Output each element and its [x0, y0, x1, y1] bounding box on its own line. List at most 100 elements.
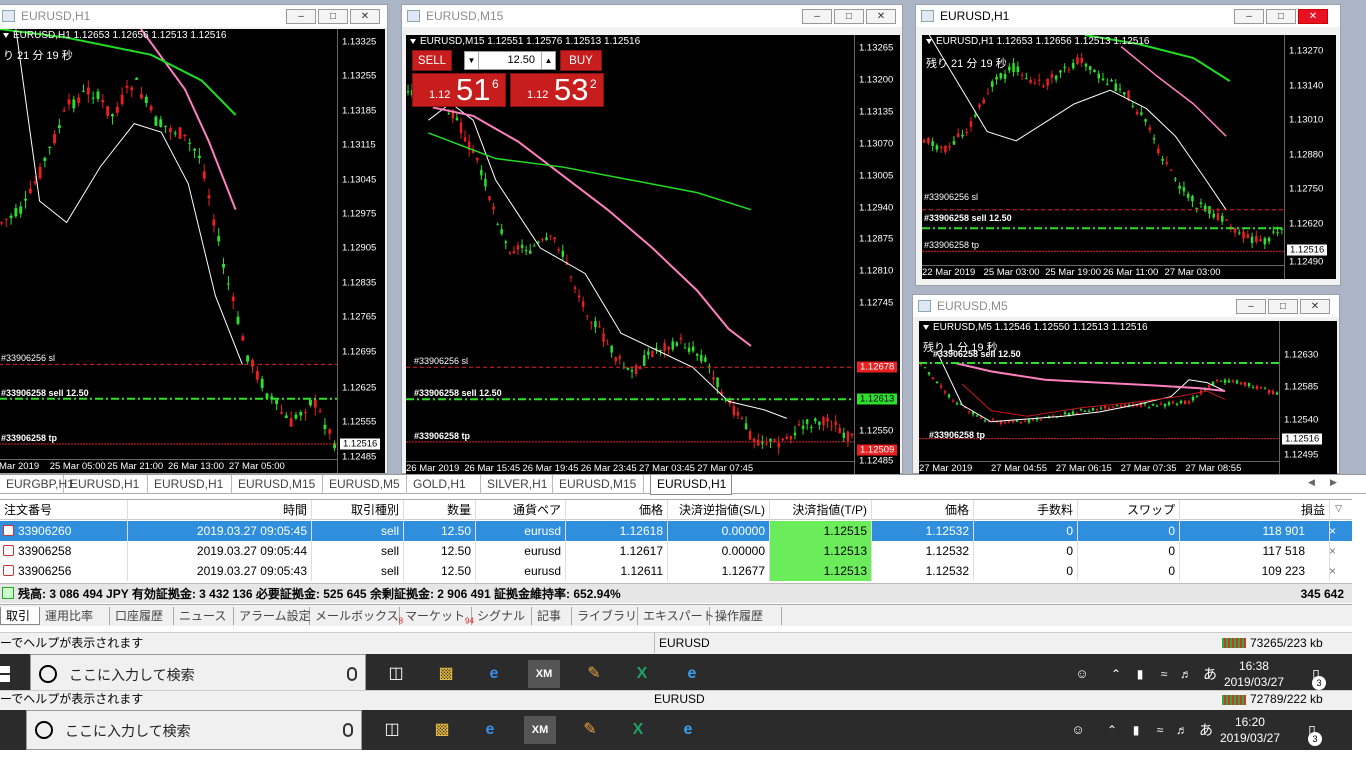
- column-header[interactable]: 価格: [872, 500, 974, 520]
- time-axis[interactable]: 27 Mar 2019 27 Mar 04:55 27 Mar 06:15 27 Ma…: [919, 461, 1279, 475]
- chart-tab[interactable]: GOLD,H1: [407, 475, 481, 494]
- close-order-icon[interactable]: ×: [1329, 541, 1336, 561]
- microphone-icon[interactable]: [347, 667, 357, 681]
- file-explorer-icon[interactable]: ▩: [426, 716, 458, 744]
- terminal-tab[interactable]: 口座履歴: [110, 607, 174, 625]
- price-chart[interactable]: EURUSD,H1 1.12653 1.12656 1.12513 1.1251…: [922, 35, 1336, 279]
- chart-tab[interactable]: EURUSD,M15: [553, 475, 644, 494]
- terminal-tab[interactable]: シグナル: [472, 607, 532, 625]
- ime-indicator[interactable]: あ: [1194, 660, 1226, 688]
- chart-tab[interactable]: EURUSD,H1: [64, 475, 148, 494]
- paint-icon[interactable]: ✎: [578, 660, 610, 688]
- column-header[interactable]: スワップ: [1078, 500, 1180, 520]
- close-button[interactable]: ✕: [1300, 299, 1330, 314]
- edge-icon[interactable]: e: [474, 716, 506, 744]
- column-header[interactable]: 価格: [566, 500, 668, 520]
- maximize-button[interactable]: □: [1268, 299, 1298, 314]
- close-order-icon[interactable]: ×: [1329, 561, 1336, 581]
- order-label-sell[interactable]: #33906258 sell 12.50: [933, 349, 1021, 359]
- window-title-bar[interactable]: EURUSD,H1 – □ ✕: [916, 5, 1340, 27]
- order-label-tp[interactable]: #33906258 tp: [924, 240, 979, 250]
- chart-tab[interactable]: EURUSD,H1: [148, 475, 232, 494]
- time-axis[interactable]: 22 Mar 2019 25 Mar 03:00 25 Mar 19:00 26 Ma…: [922, 265, 1284, 279]
- order-label-sl[interactable]: #33906256 sl: [414, 356, 468, 366]
- tab-scroll-right-icon[interactable]: ▶: [1330, 477, 1337, 488]
- column-header[interactable]: 数量: [404, 500, 476, 520]
- xm-terminal-icon[interactable]: XM: [528, 660, 560, 688]
- taskbar-search-box[interactable]: ここに入力して検索: [26, 710, 362, 750]
- lot-decrease-button[interactable]: ▼: [465, 52, 479, 69]
- minimize-button[interactable]: –: [1234, 9, 1264, 24]
- lot-size-value[interactable]: 12.50: [507, 54, 535, 66]
- column-header[interactable]: 取引種別: [312, 500, 404, 520]
- terminal-tab[interactable]: 操作履歴: [710, 607, 782, 625]
- terminal-tab[interactable]: アラーム設定: [234, 607, 311, 625]
- excel-icon[interactable]: X: [626, 660, 658, 688]
- internet-explorer-icon[interactable]: e: [676, 660, 708, 688]
- chart-tab[interactable]: EURUSD,M15: [232, 475, 323, 494]
- terminal-tab[interactable]: 運用比率: [40, 607, 110, 625]
- chart-tab[interactable]: EURUSD,H1: [650, 475, 732, 495]
- terminal-tab[interactable]: 記事: [532, 607, 572, 625]
- column-header[interactable]: 手数料: [974, 500, 1078, 520]
- terminal-tab[interactable]: エキスパート: [638, 607, 715, 625]
- close-button[interactable]: ✕: [866, 9, 896, 24]
- task-view-icon[interactable]: ◫: [376, 716, 408, 744]
- price-chart[interactable]: EURUSD,M5 1.12546 1.12550 1.12513 1.1251…: [919, 321, 1337, 475]
- lot-size-field[interactable]: ▼ 12.50 ▲: [464, 51, 556, 70]
- order-label-sl[interactable]: #33906256 sl: [924, 192, 978, 202]
- close-button[interactable]: ✕: [350, 9, 380, 24]
- window-title-bar[interactable]: EURUSD,M15 – □ ✕: [402, 5, 902, 27]
- chart-tab[interactable]: EURUSD,M5: [323, 475, 407, 494]
- terminal-tab[interactable]: マーケット94: [400, 607, 474, 625]
- close-button[interactable]: ✕: [1298, 9, 1328, 24]
- chart-menu-icon[interactable]: [923, 324, 929, 330]
- column-header[interactable]: 注文番号: [0, 500, 128, 520]
- time-axis[interactable]: 26 Mar 2019 26 Mar 15:45 26 Mar 19:45 26 Ma…: [406, 461, 854, 475]
- people-icon[interactable]: ☺: [1066, 660, 1098, 688]
- buy-button[interactable]: BUY: [560, 50, 602, 71]
- price-chart[interactable]: EURUSD,H1 1.12653 1.12656 1.12513 1.1251…: [0, 29, 385, 473]
- order-label-tp[interactable]: #33906258 tp: [414, 431, 470, 441]
- task-view-icon[interactable]: ◫: [380, 660, 412, 688]
- chart-menu-icon[interactable]: [926, 38, 932, 44]
- time-axis[interactable]: Mar 2019 25 Mar 05:00 25 Mar 21:00 26 Mar 1…: [0, 459, 337, 473]
- price-axis[interactable]: 1.13325 1.13255 1.13185 1.13115 1.13045 1.129…: [337, 29, 385, 473]
- excel-icon[interactable]: X: [622, 716, 654, 744]
- sell-price-button[interactable]: 1.12 51 6: [412, 72, 506, 107]
- minimize-button[interactable]: –: [1236, 299, 1266, 314]
- edge-icon[interactable]: e: [478, 660, 510, 688]
- chart-window-eurusd-h1-right[interactable]: EURUSD,H1 – □ ✕ EURUSD,H1 1.12653 1.1265…: [915, 4, 1341, 286]
- paint-icon[interactable]: ✎: [574, 716, 606, 744]
- xm-terminal-icon[interactable]: XM: [524, 716, 556, 744]
- tab-scroll-left-icon[interactable]: ◀: [1308, 477, 1315, 488]
- order-row[interactable]: 33906260 2019.03.27 09:05:45 sell 12.50 euru…: [0, 521, 1352, 541]
- close-order-icon[interactable]: ×: [1329, 521, 1336, 541]
- order-label-sell[interactable]: #33906258 sell 12.50: [924, 213, 1012, 223]
- chart-menu-icon[interactable]: [3, 32, 9, 38]
- maximize-button[interactable]: □: [834, 9, 864, 24]
- chart-tab[interactable]: SILVER,H1: [481, 475, 553, 494]
- order-label-tp[interactable]: #33906258 tp: [929, 430, 985, 440]
- buy-price-button[interactable]: 1.12 53 2: [510, 72, 604, 107]
- order-row[interactable]: 33906258 2019.03.27 09:05:44 sell 12.50 euru…: [0, 541, 1352, 561]
- header-menu-icon[interactable]: ▽: [1335, 503, 1342, 514]
- ime-indicator[interactable]: あ: [1190, 716, 1222, 744]
- price-axis[interactable]: 1.13265 1.13200 1.13135 1.13070 1.13005 1.129…: [854, 35, 900, 475]
- order-label-sell[interactable]: #33906258 sell 12.50: [414, 388, 502, 398]
- windows-start-icon[interactable]: [0, 666, 10, 682]
- price-axis[interactable]: 1.12630 1.12585 1.12540 1.12516 1.12495: [1279, 321, 1337, 475]
- terminal-tab[interactable]: 取引: [0, 607, 40, 625]
- terminal-tab[interactable]: メールボックス8: [310, 607, 403, 625]
- terminal-tab[interactable]: ライブラリ: [572, 607, 638, 625]
- minimize-button[interactable]: –: [802, 9, 832, 24]
- internet-explorer-icon[interactable]: e: [672, 716, 704, 744]
- minimize-button[interactable]: –: [286, 9, 316, 24]
- column-header[interactable]: 決済逆指値(S/L): [668, 500, 770, 520]
- microphone-icon[interactable]: [343, 723, 353, 737]
- taskbar-search-box[interactable]: ここに入力して検索: [30, 654, 366, 694]
- chart-window-eurusd-m5[interactable]: EURUSD,M5 – □ ✕ EURUSD,M5 1.12546 1.1255…: [912, 294, 1340, 475]
- sell-button[interactable]: SELL: [412, 50, 452, 71]
- chart-window-eurusd-h1-left[interactable]: EURUSD,H1 – □ ✕ EURUSD,H1 1.12653 1.1265…: [0, 4, 388, 474]
- price-axis[interactable]: 1.13270 1.13140 1.13010 1.12880 1.12750 1.126…: [1284, 35, 1336, 279]
